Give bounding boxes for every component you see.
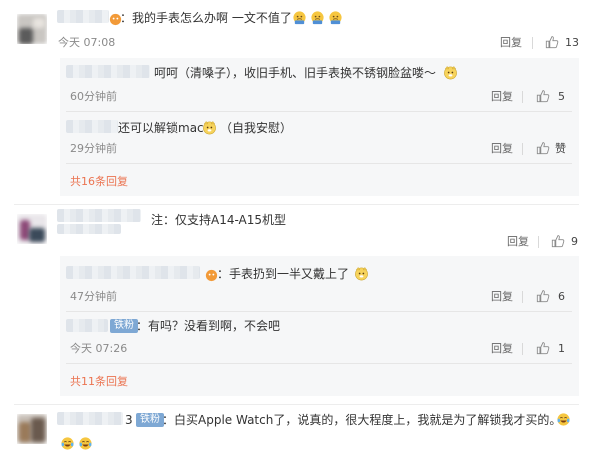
section-divider bbox=[14, 204, 579, 205]
like-count: 6 bbox=[558, 290, 565, 303]
username[interactable] bbox=[57, 209, 141, 222]
comment-text: ：白买Apple Watch了，说真的，很大程度上，我就是为了解锁我才买的。 bbox=[162, 413, 562, 427]
thumb-up-icon[interactable] bbox=[536, 341, 550, 355]
thumb-up-icon[interactable] bbox=[536, 141, 550, 155]
reply-text: ：手表扔到一半又戴上了 bbox=[217, 267, 350, 281]
reply-text: 呵呵（清嗓子），收旧手机、旧手表换不锈钢脸盆喽～ bbox=[154, 66, 437, 80]
username[interactable] bbox=[57, 10, 109, 23]
divider bbox=[532, 37, 533, 49]
reply-button[interactable]: 回复 bbox=[491, 142, 513, 156]
like-count: 13 bbox=[565, 36, 579, 49]
thumb-up-icon[interactable] bbox=[551, 234, 565, 248]
like-count: 5 bbox=[558, 90, 565, 103]
fan-badge: 铁粉 bbox=[136, 413, 164, 427]
thumb-up-icon[interactable] bbox=[536, 289, 550, 303]
avatar[interactable] bbox=[17, 14, 47, 44]
like-count: 赞 bbox=[555, 142, 566, 155]
emoji-laugh-cry bbox=[78, 436, 93, 451]
emoji-cat-doge bbox=[202, 120, 217, 135]
thumb-up-icon[interactable] bbox=[536, 89, 550, 103]
username[interactable] bbox=[57, 224, 121, 234]
emoji-sweat bbox=[292, 10, 307, 25]
comment-time: 今天 07:08 bbox=[58, 36, 116, 49]
divider bbox=[66, 163, 572, 164]
emoji-sweat bbox=[328, 10, 343, 25]
section-divider bbox=[14, 404, 579, 405]
emoji-cat-doge bbox=[443, 65, 458, 80]
reply-text-suffix: （自我安慰） bbox=[220, 121, 293, 135]
emoji-cat-doge bbox=[108, 11, 122, 26]
username[interactable] bbox=[66, 319, 108, 332]
username[interactable] bbox=[66, 65, 150, 78]
divider bbox=[66, 111, 572, 112]
avatar[interactable] bbox=[17, 414, 47, 444]
emoji-sweat bbox=[310, 10, 325, 25]
avatar[interactable] bbox=[17, 214, 47, 244]
divider bbox=[66, 363, 572, 364]
reply-button[interactable]: 回复 bbox=[491, 342, 513, 356]
comment-text: ：我的手表怎么办啊 一文不值了 bbox=[120, 11, 292, 25]
more-replies-link[interactable]: 共11条回复 bbox=[70, 375, 128, 389]
emoji-laugh-cry bbox=[60, 436, 75, 451]
username[interactable] bbox=[66, 266, 200, 279]
divider bbox=[538, 236, 539, 248]
reply-button[interactable]: 回复 bbox=[491, 290, 513, 304]
divider bbox=[522, 343, 523, 355]
reply-time: 60分钟前 bbox=[70, 90, 117, 103]
divider bbox=[522, 291, 523, 303]
emoji-cat-doge bbox=[204, 267, 218, 282]
reply-time: 29分钟前 bbox=[70, 142, 117, 155]
like-count: 9 bbox=[571, 235, 578, 248]
like-count: 1 bbox=[558, 342, 565, 355]
divider bbox=[66, 311, 572, 312]
emoji-cat-doge bbox=[354, 266, 369, 281]
username-tail: 3 bbox=[125, 413, 133, 427]
divider bbox=[522, 143, 523, 155]
comment-text: 注：仅支持A14-A15机型 bbox=[151, 213, 287, 227]
reply-button[interactable]: 回复 bbox=[507, 235, 529, 249]
reply-text: 还可以解锁mac bbox=[118, 121, 204, 135]
thumb-up-icon[interactable] bbox=[545, 35, 559, 49]
reply-time: 47分钟前 bbox=[70, 290, 117, 303]
reply-text: ：有吗？没看到啊，不会吧 bbox=[136, 319, 281, 333]
reply-button[interactable]: 回复 bbox=[500, 36, 522, 50]
username[interactable] bbox=[57, 412, 123, 425]
username[interactable] bbox=[66, 120, 118, 133]
divider bbox=[522, 91, 523, 103]
reply-button[interactable]: 回复 bbox=[491, 90, 513, 104]
more-replies-link[interactable]: 共16条回复 bbox=[70, 175, 128, 189]
emoji-laugh-cry bbox=[556, 412, 571, 427]
fan-badge: 铁粉 bbox=[110, 319, 138, 333]
reply-time: 今天 07:26 bbox=[70, 342, 128, 355]
